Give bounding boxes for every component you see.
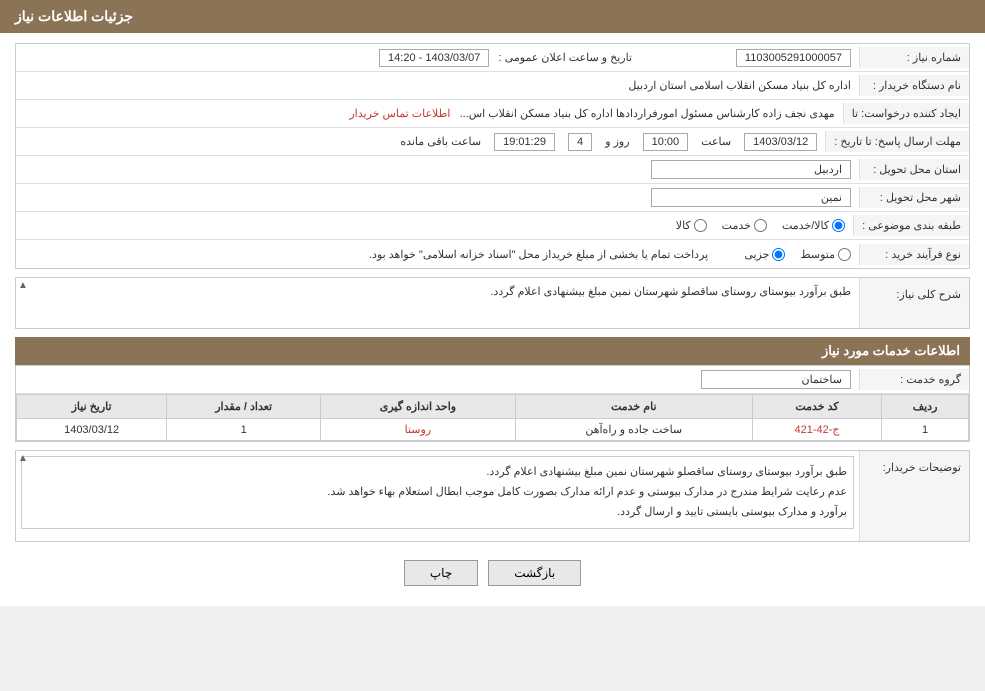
buyer-org-label: نام دستگاه خریدار : — [859, 75, 969, 96]
services-section-title: اطلاعات خدمات مورد نیاز — [15, 337, 970, 365]
category-option-khedmat[interactable]: خدمت — [722, 219, 767, 232]
province-label: استان محل تحویل : — [859, 159, 969, 180]
cell-service-code: ج-42-421 — [752, 419, 881, 441]
services-section: گروه خدمت : ساختمان ردیف کد خدمت نام خدم… — [15, 365, 970, 442]
scroll-up-arrow[interactable]: ▲ — [18, 280, 28, 291]
purchase-type-row: نوع فرآیند خرید : متوسط جزیی پرداخت تمام… — [16, 240, 969, 268]
buyer-notes-content: طبق برآورد بیوستای روستای ساقصلو شهرستان… — [16, 451, 859, 534]
deadline-days: 4 — [568, 133, 592, 151]
service-group-badge: ساختمان — [701, 370, 851, 389]
col-date: تاریخ نیاز — [17, 395, 167, 419]
purchase-type-value: متوسط جزیی پرداخت تمام یا بخشی از مبلغ خ… — [16, 244, 859, 265]
province-badge: اردبیل — [651, 160, 851, 179]
province-value: اردبیل — [16, 156, 859, 183]
need-number-row: شماره نیاز : 1103005291000057 تاریخ و سا… — [16, 44, 969, 72]
purchase-type-note: پرداخت تمام یا بخشی از مبلغ خریداز محل "… — [369, 248, 708, 261]
city-row: شهر محل تحویل : نمین — [16, 184, 969, 212]
table-header-row: ردیف کد خدمت نام خدمت واحد اندازه گیری ت… — [17, 395, 969, 419]
need-description-text: طبق برآورد بیوستای روستای ساقصلو شهرستان… — [16, 278, 859, 307]
page-header: جزئیات اطلاعات نیاز — [0, 0, 985, 33]
creator-value: مهدی نجف زاده کارشناس مسئول امورفرارداده… — [16, 103, 843, 124]
city-value: نمین — [16, 184, 859, 211]
need-description-content: طبق برآورد بیوستای روستای ساقصلو شهرستان… — [16, 278, 859, 307]
cell-date: 1403/03/12 — [17, 419, 167, 441]
col-unit: واحد اندازه گیری — [321, 395, 515, 419]
cell-unit: روستا — [321, 419, 515, 441]
deadline-remaining: 19:01:29 — [494, 133, 555, 151]
cell-quantity: 1 — [167, 419, 321, 441]
deadline-row: مهلت ارسال پاسخ: تا تاریخ : 1403/03/12 س… — [16, 128, 969, 156]
need-number-badge: 1103005291000057 — [736, 49, 851, 67]
city-badge: نمین — [651, 188, 851, 207]
page-container: جزئیات اطلاعات نیاز شماره نیاز : 1103005… — [0, 0, 985, 606]
creator-contact-link[interactable]: اطلاعات تماس خریدار — [349, 108, 450, 120]
service-group-label: گروه خدمت : — [859, 369, 969, 390]
category-option-kala[interactable]: کالا — [676, 219, 707, 232]
need-number-label: شماره نیاز : — [859, 47, 969, 68]
datetime-value: 1403/03/07 - 14:20 — [379, 49, 489, 67]
back-button[interactable]: بازگشت — [488, 560, 581, 586]
need-number-value: 1103005291000057 تاریخ و ساعت اعلان عموم… — [16, 45, 859, 71]
city-label: شهر محل تحویل : — [859, 187, 969, 208]
cell-service-name: ساخت جاده و راه‌آهن — [515, 419, 752, 441]
col-service-name: نام خدمت — [515, 395, 752, 419]
button-bar: بازگشت چاپ — [15, 550, 970, 596]
services-table: ردیف کد خدمت نام خدمت واحد اندازه گیری ت… — [16, 394, 969, 441]
need-description-label: شرح کلی نیاز: — [859, 278, 969, 328]
time-label: ساعت — [701, 135, 731, 148]
category-label: طبقه بندی موضوعی : — [853, 215, 969, 236]
col-service-code: کد خدمت — [752, 395, 881, 419]
buyer-notes-text: طبق برآورد بیوستای روستای ساقصلو شهرستان… — [21, 456, 854, 529]
category-option-kala-khedmat[interactable]: کالا/خدمت — [782, 219, 845, 232]
print-button[interactable]: چاپ — [404, 560, 478, 586]
main-info-section: شماره نیاز : 1103005291000057 تاریخ و سا… — [15, 43, 970, 269]
creator-row: ایجاد کننده درخواست: تا مهدی نجف زاده کا… — [16, 100, 969, 128]
creator-label: ایجاد کننده درخواست: تا — [843, 103, 969, 124]
service-group-value: ساختمان — [16, 366, 859, 393]
page-title: جزئیات اطلاعات نیاز — [15, 8, 133, 24]
buyer-notes-section: توضیحات خریدار: طبق برآورد بیوستای روستا… — [15, 450, 970, 542]
datetime-label: تاریخ و ساعت اعلان عمومی : — [499, 52, 632, 64]
purchase-type-label: نوع فرآیند خرید : — [859, 244, 969, 265]
col-quantity: تعداد / مقدار — [167, 395, 321, 419]
notes-scroll-arrow[interactable]: ▲ — [18, 453, 28, 464]
services-table-container: ردیف کد خدمت نام خدمت واحد اندازه گیری ت… — [16, 394, 969, 441]
deadline-label: مهلت ارسال پاسخ: تا تاریخ : — [825, 131, 969, 152]
province-row: استان محل تحویل : اردبیل — [16, 156, 969, 184]
remaining-label: ساعت باقی مانده — [400, 135, 481, 148]
buyer-org-value: اداره کل بنیاد مسکن انقلاب اسلامی استان … — [16, 75, 859, 96]
need-description-section: شرح کلی نیاز: طبق برآورد بیوستای روستای … — [15, 277, 970, 329]
category-value: کالا/خدمت خدمت کالا — [16, 215, 853, 236]
cell-row-num: 1 — [882, 419, 969, 441]
col-row-num: ردیف — [882, 395, 969, 419]
service-group-row: گروه خدمت : ساختمان — [16, 366, 969, 394]
deadline-time: 10:00 — [643, 133, 689, 151]
deadline-date: 1403/03/12 — [744, 133, 817, 151]
buyer-org-row: نام دستگاه خریدار : اداره کل بنیاد مسکن … — [16, 72, 969, 100]
deadline-value: 1403/03/12 ساعت 10:00 روز و 4 19:01:29 س… — [16, 129, 825, 155]
purchase-type-option-motavaset[interactable]: متوسط — [800, 248, 851, 261]
content-area: شماره نیاز : 1103005291000057 تاریخ و سا… — [0, 33, 985, 606]
table-row: 1 ج-42-421 ساخت جاده و راه‌آهن روستا 1 1… — [17, 419, 969, 441]
days-label: روز و — [605, 135, 629, 148]
buyer-notes-label: توضیحات خریدار: — [859, 451, 969, 541]
purchase-type-option-jozi[interactable]: جزیی — [744, 248, 785, 261]
category-row: طبقه بندی موضوعی : کالا/خدمت خدمت کالا — [16, 212, 969, 240]
